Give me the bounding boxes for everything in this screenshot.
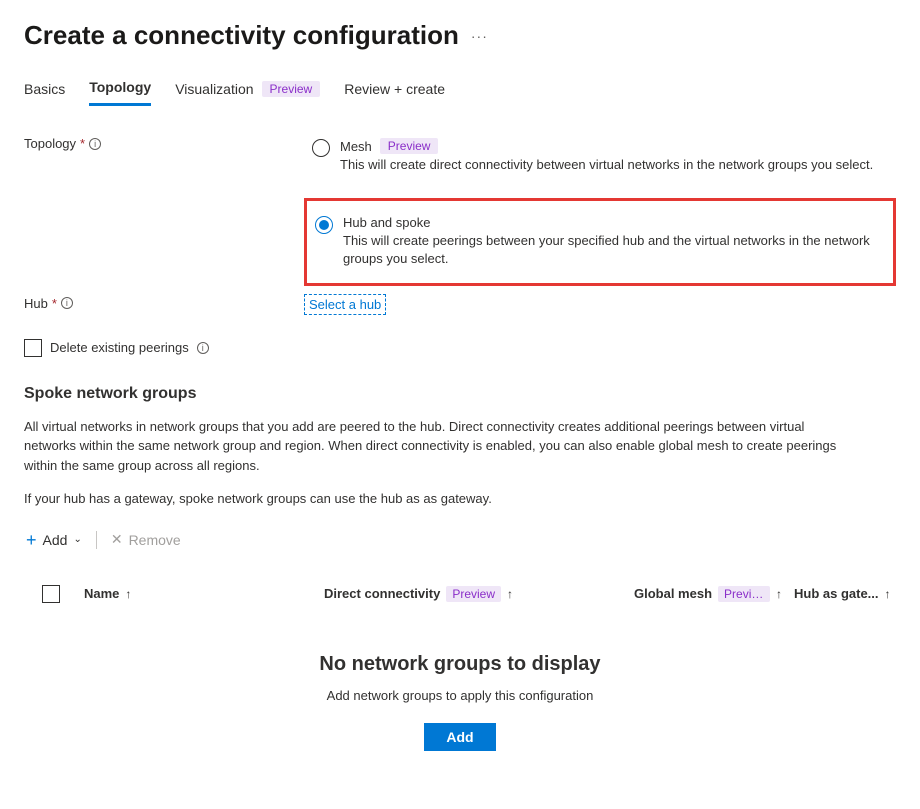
spoke-toolbar: + Add ⌄ ✕ Remove [24, 527, 896, 553]
more-icon[interactable]: ··· [471, 28, 488, 44]
topology-label: Topology * i [24, 134, 304, 151]
select-all-checkbox[interactable] [42, 585, 60, 603]
hub-label: Hub * i [24, 294, 304, 311]
sort-up-icon: ↑ [507, 587, 513, 601]
remove-button-label: Remove [129, 532, 181, 548]
preview-badge: Previe... [718, 586, 770, 602]
column-name-label: Name [84, 586, 119, 601]
column-direct-label: Direct connectivity [324, 586, 440, 601]
empty-state-title: No network groups to display [24, 653, 896, 676]
preview-badge: Preview [380, 138, 439, 154]
required-indicator: * [80, 136, 85, 151]
preview-badge: Preview [446, 586, 501, 602]
topology-label-text: Topology [24, 136, 76, 151]
tab-topology[interactable]: Topology [89, 79, 151, 106]
radio-dot-icon [319, 220, 329, 230]
hub-label-text: Hub [24, 296, 48, 311]
column-name[interactable]: Name ↑ [84, 586, 314, 601]
plus-icon: + [26, 531, 37, 549]
spoke-section-desc2: If your hub has a gateway, spoke network… [24, 489, 844, 509]
x-icon: ✕ [111, 531, 123, 548]
topology-radio-group: Mesh Preview This will create direct con… [304, 134, 896, 286]
empty-state: No network groups to display Add network… [24, 613, 896, 761]
radio-mesh-label: Mesh [340, 139, 372, 154]
tab-bar: Basics Topology Visualization Preview Re… [24, 79, 896, 106]
radio-hub-spoke[interactable] [315, 216, 333, 234]
chevron-down-icon: ⌄ [73, 534, 81, 545]
empty-add-button[interactable]: Add [424, 723, 495, 751]
sort-up-icon: ↑ [885, 587, 891, 601]
spoke-section-title: Spoke network groups [24, 385, 896, 403]
required-indicator: * [52, 296, 57, 311]
preview-badge: Preview [262, 81, 321, 97]
info-icon[interactable]: i [61, 297, 73, 309]
info-icon[interactable]: i [197, 342, 209, 354]
column-hub-label: Hub as gate... [794, 586, 879, 601]
radio-option-hub-spoke[interactable]: Hub and spoke This will create peerings … [304, 198, 896, 285]
radio-mesh[interactable] [312, 139, 330, 157]
spoke-section-desc1: All virtual networks in network groups t… [24, 417, 844, 476]
delete-peerings-label: Delete existing peerings [50, 340, 189, 355]
column-hub-as-gateway[interactable]: Hub as gate... ↑ [794, 586, 896, 601]
delete-peerings-checkbox[interactable] [24, 339, 42, 357]
column-direct-connectivity[interactable]: Direct connectivity Preview ↑ [324, 586, 624, 602]
empty-state-desc: Add network groups to apply this configu… [24, 688, 896, 703]
sort-up-icon: ↑ [125, 587, 131, 601]
table-header: Name ↑ Direct connectivity Preview ↑ Glo… [24, 575, 896, 613]
radio-hub-spoke-desc: This will create peerings between your s… [343, 232, 885, 268]
select-hub-link[interactable]: Select a hub [304, 294, 386, 315]
add-button-label: Add [43, 532, 68, 548]
tab-review-create[interactable]: Review + create [344, 79, 445, 106]
radio-option-mesh[interactable]: Mesh Preview This will create direct con… [304, 134, 896, 184]
tab-visualization-label: Visualization [175, 81, 253, 97]
radio-mesh-desc: This will create direct connectivity bet… [340, 156, 888, 174]
remove-button: ✕ Remove [109, 527, 183, 552]
tab-basics[interactable]: Basics [24, 79, 65, 106]
column-global-mesh[interactable]: Global mesh Previe... ↑ [634, 586, 784, 602]
toolbar-divider [96, 531, 97, 549]
add-button[interactable]: + Add ⌄ [24, 527, 84, 553]
tab-visualization[interactable]: Visualization Preview [175, 79, 320, 106]
radio-hub-spoke-label: Hub and spoke [343, 215, 430, 230]
column-global-label: Global mesh [634, 586, 712, 601]
page-title: Create a connectivity configuration [24, 20, 459, 51]
info-icon[interactable]: i [89, 138, 101, 150]
sort-up-icon: ↑ [776, 587, 782, 601]
